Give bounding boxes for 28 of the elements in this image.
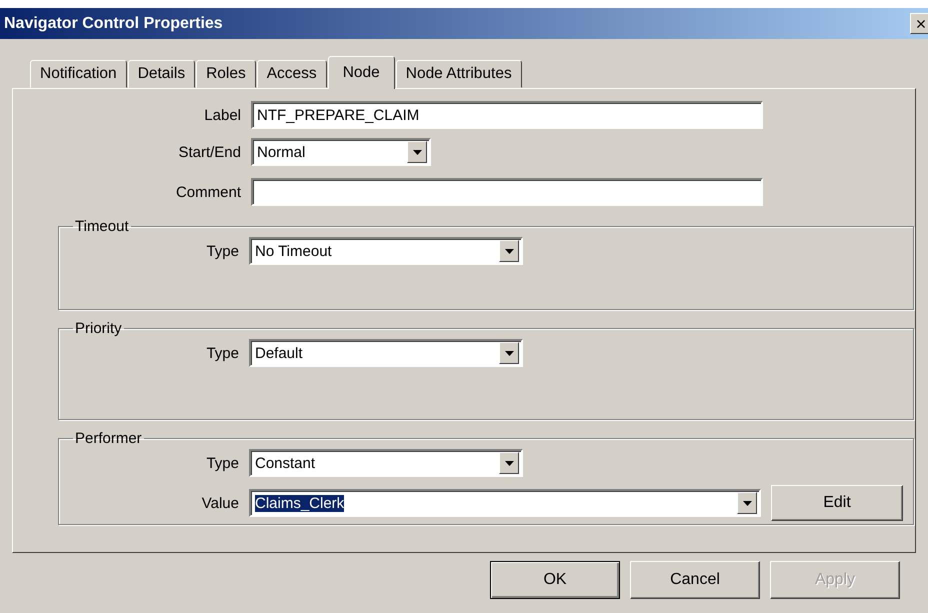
field-label: Type bbox=[205, 242, 239, 260]
dialog-button[interactable]: OK bbox=[490, 561, 620, 599]
combo-box[interactable]: Claims_Clerk bbox=[249, 489, 761, 517]
dropdown[interactable]: Default bbox=[249, 339, 523, 367]
group-title: Timeout bbox=[74, 218, 130, 235]
field-label: Comment bbox=[174, 184, 241, 200]
tab[interactable]: Details bbox=[128, 60, 196, 88]
edit-button[interactable]: Edit bbox=[771, 485, 903, 521]
tab[interactable]: Node bbox=[328, 56, 395, 89]
input-field[interactable]: NTF_PREPARE_CLAIM bbox=[251, 101, 763, 129]
close-button[interactable]: × bbox=[910, 13, 928, 34]
field-label: Type bbox=[205, 344, 239, 362]
field-label: Type bbox=[205, 454, 239, 472]
input-field[interactable] bbox=[251, 178, 763, 206]
tab[interactable]: Access bbox=[256, 60, 327, 88]
tab[interactable]: Node Attributes bbox=[396, 60, 522, 88]
field-label: Start/End bbox=[177, 144, 241, 160]
group-title: Priority bbox=[74, 320, 123, 337]
window-title: Navigator Control Properties bbox=[4, 14, 223, 32]
field-label: Label bbox=[203, 106, 241, 124]
dropdown[interactable]: Normal bbox=[251, 138, 431, 166]
tab[interactable]: Notification bbox=[30, 60, 127, 88]
dropdown[interactable]: No Timeout bbox=[249, 237, 523, 265]
dialog-button[interactable]: Cancel bbox=[630, 561, 760, 599]
field-label: Value bbox=[200, 494, 239, 512]
dropdown[interactable]: Constant bbox=[249, 449, 523, 477]
tab[interactable]: Roles bbox=[196, 60, 256, 88]
group-title: Performer bbox=[74, 430, 143, 447]
